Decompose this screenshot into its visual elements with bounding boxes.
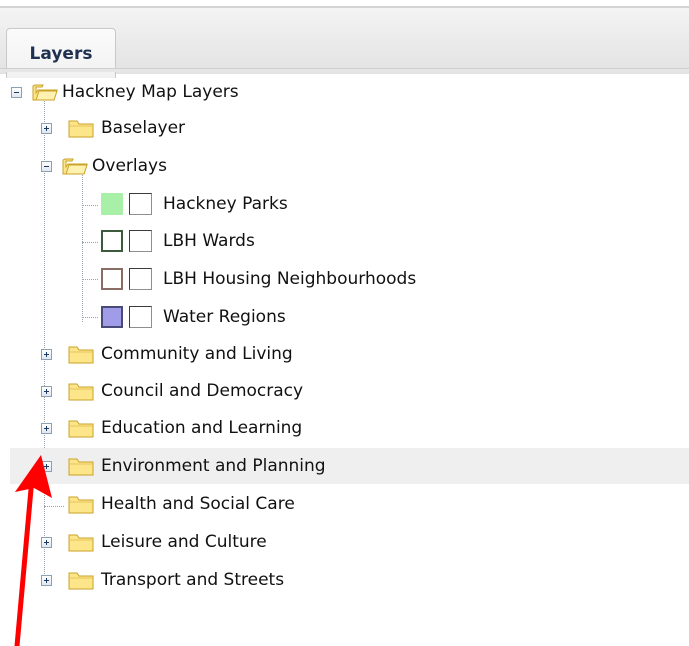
layer-visibility-checkbox[interactable] [129,268,152,290]
layer-water-regions[interactable]: Water Regions [0,299,689,335]
folder-icon [68,383,94,401]
layer-visibility-checkbox[interactable] [129,306,152,328]
folder-icon [68,458,94,476]
legend-swatch [101,268,123,290]
layer-label: LBH Housing Neighbourhoods [163,269,417,289]
folder-icon [68,346,94,364]
layer-visibility-checkbox[interactable] [129,230,152,252]
tree-node-hackney-map-layers[interactable]: Hackney Map Layers [0,74,689,110]
folder-open-icon [32,84,58,101]
folder-icon [68,534,94,552]
tree-node-health-and-social-care[interactable]: Health and Social Care [0,486,689,522]
legend-swatch [101,230,123,252]
layer-lbh-wards[interactable]: LBH Wards [0,223,689,259]
tree-node-education-and-learning[interactable]: Education and Learning [0,410,689,446]
tree-node-label: Transport and Streets [101,570,285,590]
expand-toggle-icon[interactable] [41,461,52,472]
tree-node-label: Hackney Map Layers [62,82,239,102]
folder-icon [68,496,94,514]
layer-hackney-parks[interactable]: Hackney Parks [0,186,689,222]
expand-toggle-icon[interactable] [41,423,52,434]
collapse-toggle-icon[interactable] [11,87,22,98]
top-caption [0,0,689,4]
layer-label: Hackney Parks [163,194,288,214]
collapse-toggle-icon[interactable] [41,161,52,172]
layer-tree: Hackney Map Layers Baselayer Overlays Ha… [0,72,689,646]
tree-node-label: Leisure and Culture [101,532,267,552]
tree-node-council-and-democracy[interactable]: Council and Democracy [0,373,689,409]
tree-node-transport-and-streets[interactable]: Transport and Streets [0,562,689,598]
layer-label: LBH Wards [163,231,255,251]
layer-lbh-housing-neighbourhoods[interactable]: LBH Housing Neighbourhoods [0,261,689,297]
folder-icon [68,420,94,438]
legend-swatch [101,193,123,215]
expand-toggle-icon[interactable] [41,575,52,586]
layer-label: Water Regions [163,307,286,327]
layer-visibility-checkbox[interactable] [129,193,152,215]
expand-toggle-icon[interactable] [41,386,52,397]
folder-open-icon [62,158,88,175]
tab-bar: Layers [0,6,689,78]
tree-node-community-and-living[interactable]: Community and Living [0,336,689,372]
folder-icon [68,572,94,590]
expand-toggle-icon[interactable] [41,123,52,134]
tree-node-environment-and-planning[interactable]: Environment and Planning [10,448,689,484]
tree-node-baselayer[interactable]: Baselayer [0,110,689,146]
expand-toggle-icon[interactable] [41,349,52,360]
folder-icon [68,120,94,138]
tree-node-label: Baselayer [101,118,186,138]
tree-node-label: Environment and Planning [101,456,326,476]
tree-node-overlays[interactable]: Overlays [0,148,689,184]
tree-node-leisure-and-culture[interactable]: Leisure and Culture [0,524,689,560]
expand-toggle-icon[interactable] [41,537,52,548]
tree-node-label: Community and Living [101,344,293,364]
tree-node-label: Health and Social Care [101,494,295,514]
tree-node-label: Overlays [92,156,167,176]
legend-swatch [101,306,123,328]
tree-node-label: Education and Learning [101,418,303,438]
tree-node-label: Council and Democracy [101,381,304,401]
